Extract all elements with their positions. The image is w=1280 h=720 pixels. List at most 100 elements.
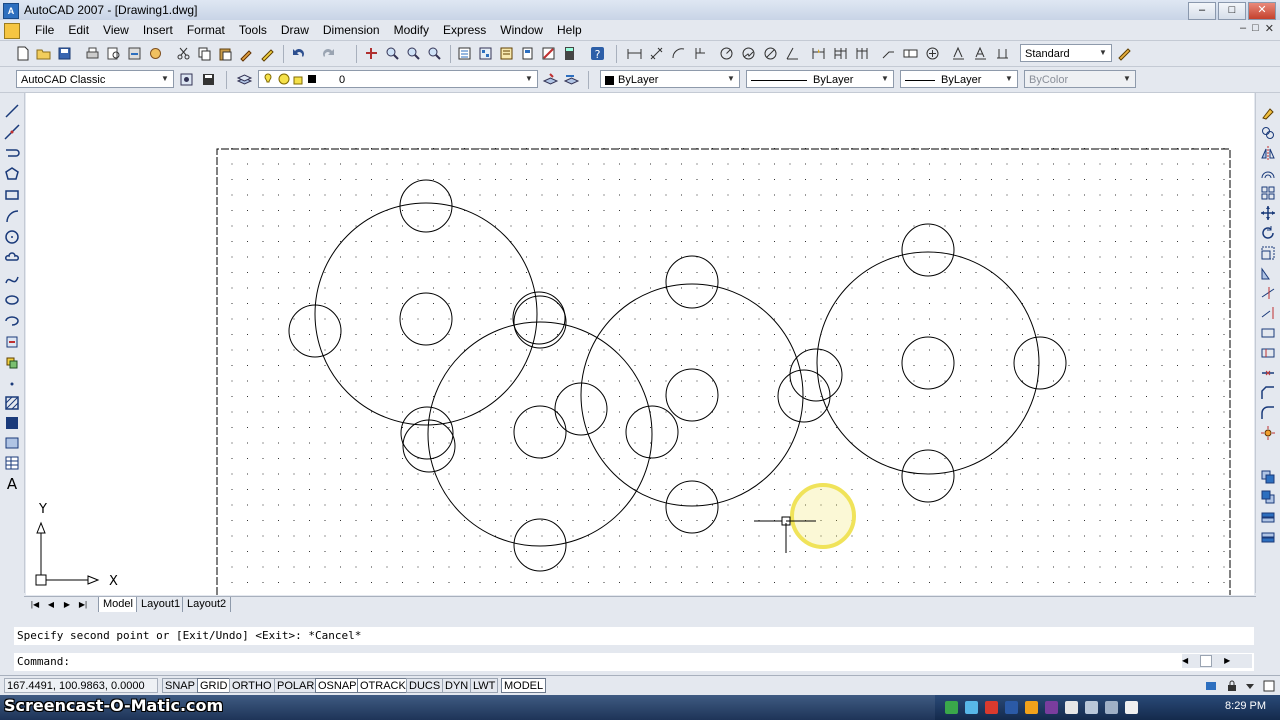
open-folder-icon[interactable] [35,45,52,62]
calculator-icon[interactable] [561,45,578,62]
tray-app-icon[interactable] [1065,701,1078,714]
scroll-left-icon[interactable]: ◀ [1182,656,1188,665]
rectangle-icon[interactable] [4,187,20,203]
publish-icon[interactable] [126,45,143,62]
ortho-toggle[interactable]: ORTHO [229,678,275,693]
explode-icon[interactable] [1260,425,1276,441]
layer-previous-icon[interactable] [563,71,580,88]
tray-app-icon[interactable] [1025,701,1038,714]
center-mark-icon[interactable] [924,45,941,62]
close-button[interactable]: ✕ [1248,2,1276,20]
menu-help[interactable]: Help [550,23,589,37]
jogged-dimension-icon[interactable] [740,45,757,62]
properties-icon[interactable] [456,45,473,62]
doc-minimize-button[interactable]: – [1240,22,1246,35]
diameter-dimension-icon[interactable] [762,45,779,62]
chamfer-icon[interactable] [1260,385,1276,401]
first-tab-icon[interactable]: |◀ [28,598,42,611]
status-menu-icon[interactable] [1244,680,1256,692]
polyline-icon[interactable] [4,145,20,161]
multiline-text-icon[interactable]: A [4,475,20,491]
color-control-select[interactable]: ByLayer ▼ [600,70,740,88]
mirror-icon[interactable] [1260,145,1276,161]
tray-app-icon[interactable] [965,701,978,714]
help-icon[interactable]: ? [589,45,606,62]
fillet-icon[interactable] [1260,405,1276,421]
snap-toggle[interactable]: SNAP [162,678,198,693]
tab-model[interactable]: Model [98,597,138,613]
redo-icon[interactable] [320,45,337,62]
erase-icon[interactable] [1260,105,1276,121]
match-properties-icon[interactable] [238,45,255,62]
scroll-thumb[interactable] [1200,654,1213,667]
lineweight-control-select[interactable]: ByLayer ▼ [900,70,1018,88]
menu-window[interactable]: Window [493,23,550,37]
osnap-toggle[interactable]: OSNAP [315,678,360,693]
scroll-right-icon[interactable]: ▶ [1224,656,1230,665]
volume-icon[interactable] [1105,701,1118,714]
layer-manager-icon[interactable] [236,71,253,88]
menu-view[interactable]: View [96,23,136,37]
doc-close-button[interactable]: ✕ [1265,22,1274,35]
break-at-point-icon[interactable] [1260,325,1276,341]
power-icon[interactable] [1125,701,1138,714]
pan-realtime-icon[interactable] [363,45,380,62]
draworder-above-icon[interactable] [1260,509,1276,525]
trim-icon[interactable] [1260,285,1276,301]
polar-toggle[interactable]: POLAR [274,678,318,693]
dimension-style-select[interactable]: Standard ▼ [1020,44,1112,62]
baseline-dimension-icon[interactable] [832,45,849,62]
taskbar-clock[interactable]: 8:29 PM [1225,700,1266,712]
menu-format[interactable]: Format [180,23,232,37]
command-input[interactable]: Command: [14,653,1254,671]
communication-center-icon[interactable] [1205,680,1217,692]
dimension-text-edit-icon[interactable] [972,45,989,62]
draworder-back-icon[interactable] [1260,489,1276,505]
offset-icon[interactable] [1260,165,1276,181]
copy-object-icon[interactable] [1260,125,1276,141]
bluetooth-icon[interactable] [1005,701,1018,714]
menu-express[interactable]: Express [436,23,493,37]
doc-restore-button[interactable]: □ [1252,22,1259,35]
drawing-doc-icon[interactable] [4,23,20,39]
ducs-toggle[interactable]: DUCS [406,678,444,693]
insert-block-icon[interactable] [4,334,20,350]
lwt-toggle[interactable]: LWT [470,678,499,693]
paste-icon[interactable] [217,45,234,62]
tab-layout1[interactable]: Layout1 [136,597,186,613]
ellipse-icon[interactable] [4,292,20,308]
hatch-icon[interactable] [4,395,20,411]
arc-length-icon[interactable] [670,45,687,62]
angular-dimension-icon[interactable] [784,45,801,62]
new-file-icon[interactable] [14,45,31,62]
autocad-app-icon[interactable]: A [3,3,19,19]
zoom-previous-icon[interactable] [426,45,443,62]
workspace-select[interactable]: AutoCAD Classic ▼ [16,70,174,88]
coordinate-display[interactable]: 167.4491, 100.9863, 0.0000 [4,678,158,693]
dimension-style-manager-icon[interactable] [1116,45,1133,62]
plot-icon[interactable] [84,45,101,62]
region-icon[interactable] [4,435,20,451]
polygon-icon[interactable] [4,166,20,182]
menu-tools[interactable]: Tools [232,23,274,37]
minimize-button[interactable]: – [1188,2,1216,20]
prev-tab-icon[interactable]: ◀ [44,598,58,611]
cut-icon[interactable] [175,45,192,62]
tray-app-icon[interactable] [945,701,958,714]
linetype-control-select[interactable]: ByLayer ▼ [746,70,894,88]
otrack-toggle[interactable]: OTRACK [357,678,409,693]
workspace-settings-icon[interactable] [178,71,195,88]
continue-dimension-icon[interactable] [854,45,871,62]
dimension-edit-icon[interactable] [950,45,967,62]
design-center-icon[interactable] [477,45,494,62]
save-icon[interactable] [56,45,73,62]
grid-toggle[interactable]: GRID [197,678,231,693]
maximize-button[interactable]: □ [1218,2,1246,20]
tool-palettes-icon[interactable] [498,45,515,62]
3d-dwf-icon[interactable] [147,45,164,62]
command-scrollbar[interactable]: ◀ ▶ [1182,654,1252,668]
array-icon[interactable] [1260,185,1276,201]
join-icon[interactable] [1260,365,1276,381]
zoom-window-icon[interactable] [405,45,422,62]
point-icon[interactable] [4,376,20,392]
